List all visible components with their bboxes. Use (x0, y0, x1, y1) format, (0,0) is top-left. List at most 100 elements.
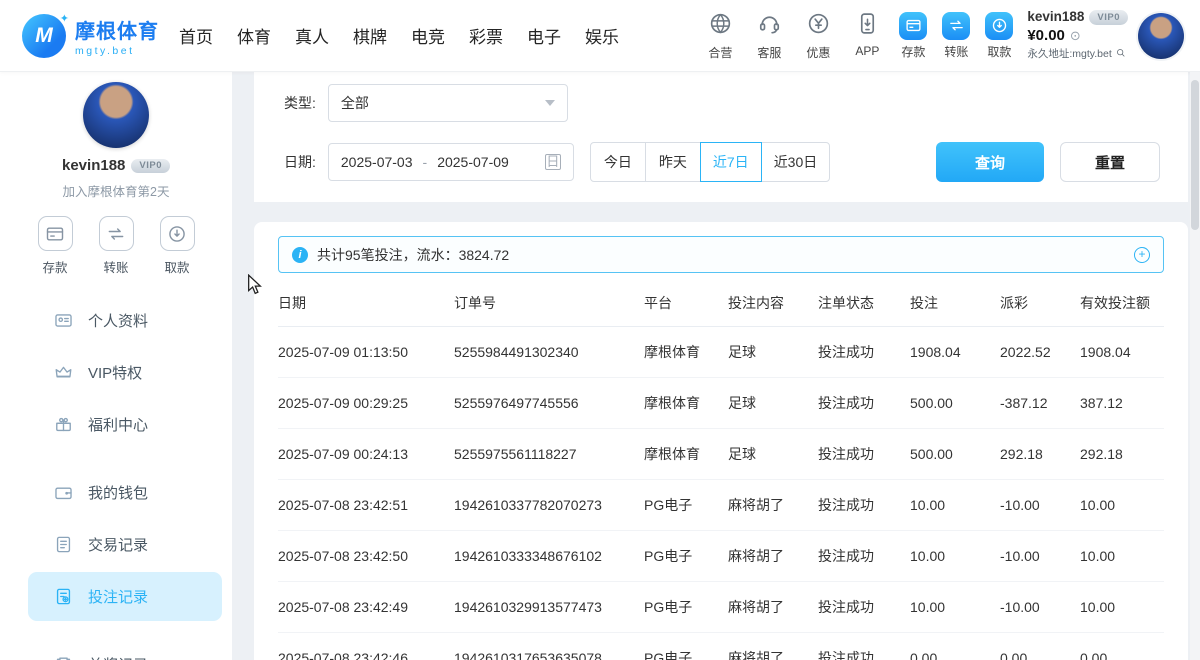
date-label: 日期: (284, 152, 316, 172)
nav-item-live[interactable]: 真人 (295, 23, 329, 48)
customer-service-button[interactable]: 客服 (751, 11, 787, 61)
sidebar-item-profile[interactable]: 个人资料 (28, 296, 222, 345)
cell-date: 2025-07-09 01:13:50 (278, 327, 454, 378)
withdraw-button[interactable]: 取款 (985, 12, 1013, 60)
sidebar-deposit-button[interactable]: 存款 (38, 216, 73, 276)
cell-status: 投注成功 (818, 582, 910, 633)
cell-status: 投注成功 (818, 531, 910, 582)
scrollbar-thumb[interactable] (1191, 80, 1199, 230)
id-card-icon (54, 311, 73, 330)
cell-platform: PG电子 (644, 531, 728, 582)
header-avatar[interactable] (1138, 13, 1184, 59)
sidebar-item-prize-records[interactable]: 兑奖记录 (28, 640, 222, 660)
deposit-label: 存款 (901, 43, 925, 60)
deposit-icon (899, 12, 927, 40)
nav-item-slots[interactable]: 电子 (527, 23, 561, 48)
date-range-picker[interactable]: 2025-07-03 - 2025-07-09 日 (328, 143, 574, 181)
nav-item-sports[interactable]: 体育 (237, 23, 271, 48)
cell-content: 麻将胡了 (728, 531, 818, 582)
logo-title: 摩根体育 (75, 15, 159, 44)
nav-item-esports[interactable]: 电竞 (411, 23, 445, 48)
col-status: 注单状态 (818, 277, 910, 327)
sidebar-item-label: 个人资料 (88, 310, 148, 331)
app-download-button[interactable]: APP (849, 11, 885, 61)
table-header-row: 日期 订单号 平台 投注内容 注单状态 投注 派彩 有效投注额 (278, 277, 1164, 327)
quick-range-group: 今日 昨天 近7日 近30日 (590, 142, 830, 182)
range-7days-button[interactable]: 近7日 (700, 142, 762, 182)
sidebar-item-welfare[interactable]: 福利中心 (28, 400, 222, 449)
expand-icon[interactable]: + (1134, 247, 1150, 263)
range-30days-button[interactable]: 近30日 (761, 142, 831, 182)
sidebar-username: kevin188 (62, 157, 125, 174)
balance-refresh-icon[interactable]: ⊙ (1070, 28, 1081, 44)
bet-record-icon (54, 587, 73, 606)
main-nav: 首页 体育 真人 棋牌 电竞 彩票 电子 娱乐 (179, 23, 619, 48)
cell-payout: -10.00 (1000, 531, 1080, 582)
range-yesterday-button[interactable]: 昨天 (645, 142, 701, 182)
sidebar-item-transactions[interactable]: 交易记录 (28, 520, 222, 569)
cell-order-no: 5255984491302340 (454, 327, 644, 378)
sidebar-transfer-button[interactable]: 转账 (99, 216, 134, 276)
cell-payout: -10.00 (1000, 582, 1080, 633)
cell-valid-bet: 387.12 (1080, 378, 1164, 429)
nav-item-lottery[interactable]: 彩票 (469, 23, 503, 48)
nav-item-home[interactable]: 首页 (179, 23, 213, 48)
cell-content: 麻将胡了 (728, 633, 818, 660)
cell-valid-bet: 10.00 (1080, 582, 1164, 633)
app-download-label: APP (855, 44, 879, 58)
sidebar-menu: 个人资料 VIP特权 福利中心 我的钱包 交易记录 投注记录 (0, 296, 232, 660)
query-button[interactable]: 查询 (936, 142, 1044, 182)
sidebar-item-vip[interactable]: VIP特权 (28, 348, 222, 397)
cell-content: 麻将胡了 (728, 480, 818, 531)
document-icon (54, 535, 73, 554)
filter-panel: 类型: 全部 日期: 2025-07-03 - 2025-07-09 日 今日 … (254, 72, 1188, 202)
transfer-button[interactable]: 转账 (942, 12, 970, 60)
main-content: 类型: 全部 日期: 2025-07-03 - 2025-07-09 日 今日 … (254, 72, 1188, 660)
cell-platform: 摩根体育 (644, 429, 728, 480)
date-separator: - (423, 154, 428, 170)
cell-order-no: 5255976497745556 (454, 378, 644, 429)
cell-status: 投注成功 (818, 429, 910, 480)
promo-button[interactable]: 优惠 (800, 11, 836, 61)
site-logo[interactable]: M✦ 摩根体育 mgty.bet (22, 14, 159, 58)
type-select-value: 全部 (341, 93, 369, 113)
page-scrollbar[interactable] (1190, 72, 1200, 660)
table-row: 2025-07-09 00:29:255255976497745556摩根体育足… (278, 378, 1164, 429)
cell-status: 投注成功 (818, 327, 910, 378)
col-content: 投注内容 (728, 277, 818, 327)
type-select[interactable]: 全部 (328, 84, 568, 122)
sidebar-item-label: 我的钱包 (88, 482, 148, 503)
partner-icon (708, 11, 733, 41)
partner-button[interactable]: 合营 (702, 11, 738, 61)
sidebar-item-label: VIP特权 (88, 362, 142, 383)
nav-item-cards[interactable]: 棋牌 (353, 23, 387, 48)
cell-order-no: 1942610333348676102 (454, 531, 644, 582)
cell-platform: PG电子 (644, 633, 728, 660)
sidebar: kevin188 VIP0 加入摩根体育第2天 存款 转账 取款 个人资料 (0, 72, 232, 660)
username: kevin188 (1027, 9, 1084, 26)
withdraw-icon (985, 12, 1013, 40)
sidebar-item-wallet[interactable]: 我的钱包 (28, 468, 222, 517)
sidebar-item-bet-records[interactable]: 投注记录 (28, 572, 222, 621)
sidebar-withdraw-button[interactable]: 取款 (160, 216, 195, 276)
table-row: 2025-07-08 23:42:511942610337782070273PG… (278, 480, 1164, 531)
cell-order-no: 1942610329913577473 (454, 582, 644, 633)
magnifier-icon[interactable] (1116, 48, 1126, 62)
sidebar-avatar[interactable] (83, 82, 149, 148)
header-wallet-actions: 存款 转账 取款 (899, 12, 1013, 60)
deposit-button[interactable]: 存款 (899, 12, 927, 60)
app-download-icon (855, 11, 880, 41)
nav-item-entertainment[interactable]: 娱乐 (585, 23, 619, 48)
cell-content: 足球 (728, 429, 818, 480)
table-row: 2025-07-08 23:42:461942610317653635078PG… (278, 633, 1164, 660)
calendar-icon: 日 (545, 154, 561, 170)
join-days-text: 加入摩根体育第2天 (0, 181, 232, 200)
cell-date: 2025-07-08 23:42:46 (278, 633, 454, 660)
reset-button[interactable]: 重置 (1060, 142, 1160, 182)
header-quick-icons: 合营 客服 优惠 APP (702, 11, 885, 61)
col-date: 日期 (278, 277, 454, 327)
range-today-button[interactable]: 今日 (590, 142, 646, 182)
col-bet: 投注 (910, 277, 1000, 327)
table-row: 2025-07-08 23:42:491942610329913577473PG… (278, 582, 1164, 633)
col-payout: 派彩 (1000, 277, 1080, 327)
